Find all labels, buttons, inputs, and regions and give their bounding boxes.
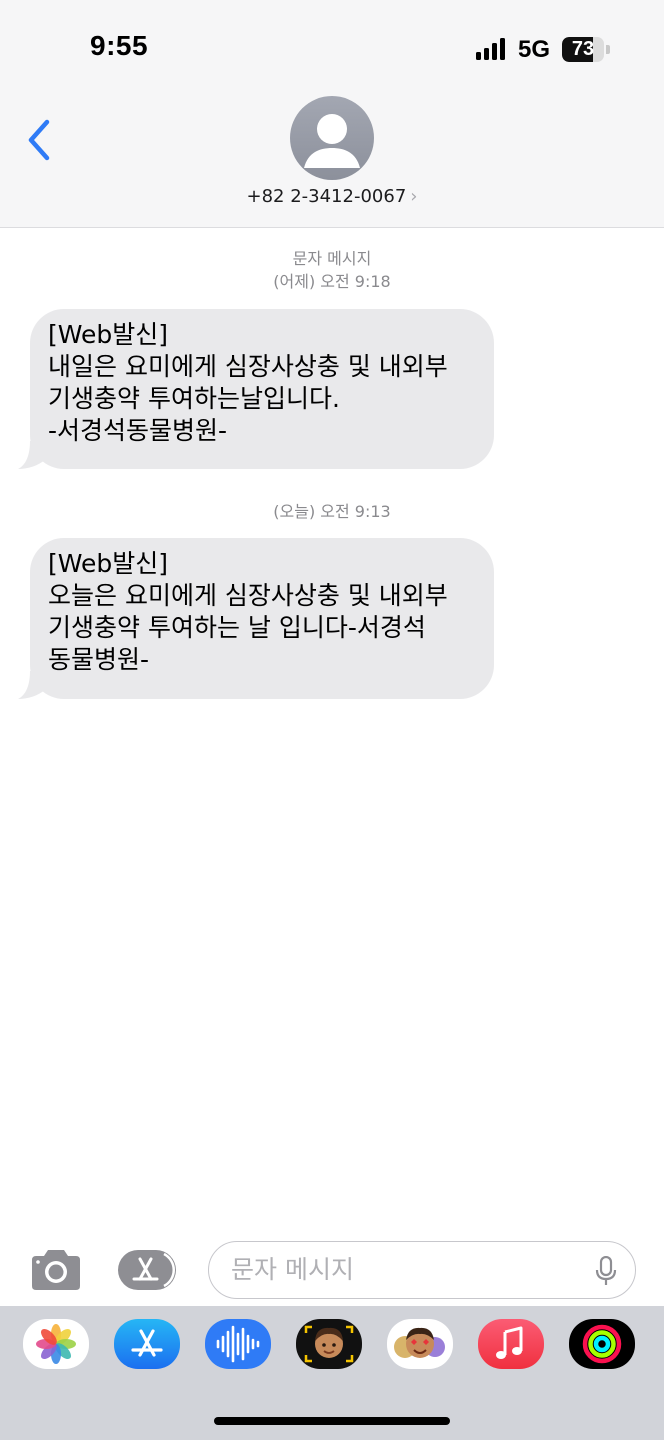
conversation-header: 9:55 5G 73 +82 2-3412-0067 ›: [0, 0, 664, 228]
app-store-icon[interactable]: [114, 1319, 180, 1369]
status-time: 9:55: [90, 30, 149, 61]
apps-button[interactable]: [118, 1250, 176, 1290]
music-icon[interactable]: [478, 1319, 544, 1369]
chevron-left-icon: [28, 119, 50, 161]
battery-percent: 73: [571, 38, 595, 60]
message-line: 기생충약 투여하는 날 입니다-서경석: [48, 613, 426, 642]
battery-cap: [606, 45, 610, 54]
animoji-stickers-icon[interactable]: [387, 1319, 453, 1369]
contact-details-button[interactable]: +82 2-3412-0067 ›: [0, 186, 664, 207]
bubble-tail: [18, 671, 46, 699]
contact-number: +82 2-3412-0067: [246, 186, 407, 207]
message-line: 오늘은 요미에게 심장사상충 및 내외부: [48, 581, 448, 610]
message-input[interactable]: 문자 메시지: [208, 1241, 636, 1299]
bubble-tail: [18, 441, 46, 469]
battery-icon: 73: [562, 37, 604, 62]
home-indicator[interactable]: [214, 1417, 450, 1425]
cellular-signal-icon: [476, 38, 506, 60]
network-type: 5G: [518, 36, 551, 63]
microphone-icon[interactable]: [595, 1256, 617, 1286]
contact-avatar[interactable]: [290, 96, 374, 180]
incoming-message-bubble[interactable]: [Web발신] 오늘은 요미에게 심장사상충 및 내외부 기생충약 투여하는 날…: [18, 538, 494, 699]
message-line: -서경석동물병원-: [48, 416, 228, 445]
activity-icon[interactable]: [569, 1319, 635, 1369]
back-button[interactable]: [22, 112, 62, 168]
camera-button[interactable]: [28, 1248, 84, 1292]
photos-icon[interactable]: [23, 1319, 89, 1369]
status-bar: 9:55 5G 73: [0, 0, 664, 96]
message-input-placeholder: 문자 메시지: [231, 1255, 354, 1284]
messages-screen: 9:55 5G 73 +82 2-3412-0067 › 문자 메시지 (어제)…: [0, 0, 664, 1440]
memoji-icon[interactable]: [296, 1319, 362, 1369]
message-line: 기생충약 투여하는날입니다.: [48, 384, 340, 413]
person-silhouette-icon: [304, 114, 360, 168]
app-store-icon: [132, 1252, 175, 1288]
message-line: 내일은 요미에게 심장사상충 및 내외부: [48, 352, 448, 381]
message-timestamp: (오늘) 오전 9:13: [273, 502, 391, 521]
audio-message-icon[interactable]: [205, 1319, 271, 1369]
message-line: [Web발신]: [48, 549, 169, 578]
camera-icon: [32, 1250, 80, 1290]
message-line: [Web발신]: [48, 320, 169, 349]
message-timestamp: (어제) 오전 9:18: [273, 272, 391, 291]
message-line: 동물병원-: [48, 645, 150, 674]
chevron-right-icon: ›: [410, 186, 418, 207]
incoming-message-bubble[interactable]: [Web발신] 내일은 요미에게 심장사상충 및 내외부 기생충약 투여하는날입…: [18, 309, 494, 469]
service-label: 문자 메시지: [292, 249, 372, 268]
